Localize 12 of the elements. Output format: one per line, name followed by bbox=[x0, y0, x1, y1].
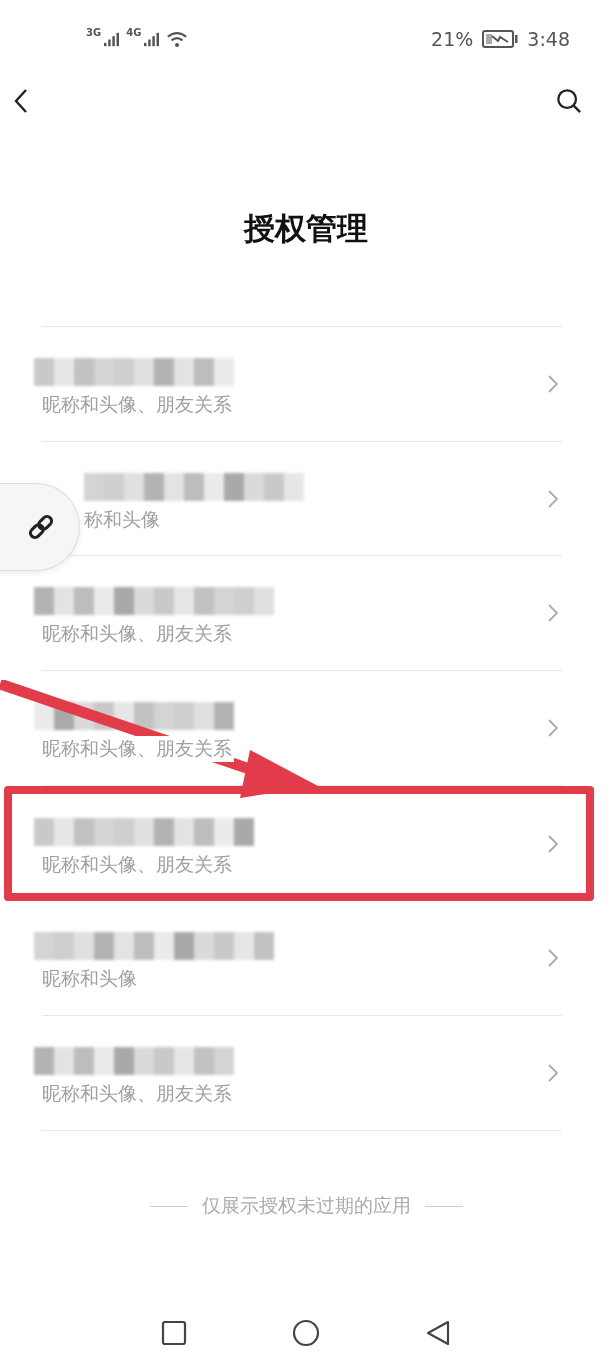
permission-text: 昵称和头像、朋友关系 bbox=[42, 736, 234, 762]
app-row[interactable]: 昵称和头像、朋友关系 bbox=[42, 327, 562, 442]
page-title: 授权管理 bbox=[242, 209, 369, 248]
network-label: 3G bbox=[86, 26, 102, 38]
footer-note: 仅展示授权未过期的应用 bbox=[201, 1193, 411, 1218]
clock: 3:48 bbox=[527, 28, 570, 50]
app-row[interactable]: 昵称和头像、朋友关系 bbox=[42, 1016, 562, 1131]
app-row[interactable]: 昵称和头像、朋友关系 bbox=[42, 556, 562, 671]
battery-percent: 21% bbox=[431, 28, 474, 50]
app-row[interactable]: 昵称和头像 bbox=[42, 901, 562, 1016]
app-row[interactable]: 昵称和头像、朋友关系 bbox=[4, 786, 594, 901]
network-label: 4G bbox=[126, 26, 142, 38]
